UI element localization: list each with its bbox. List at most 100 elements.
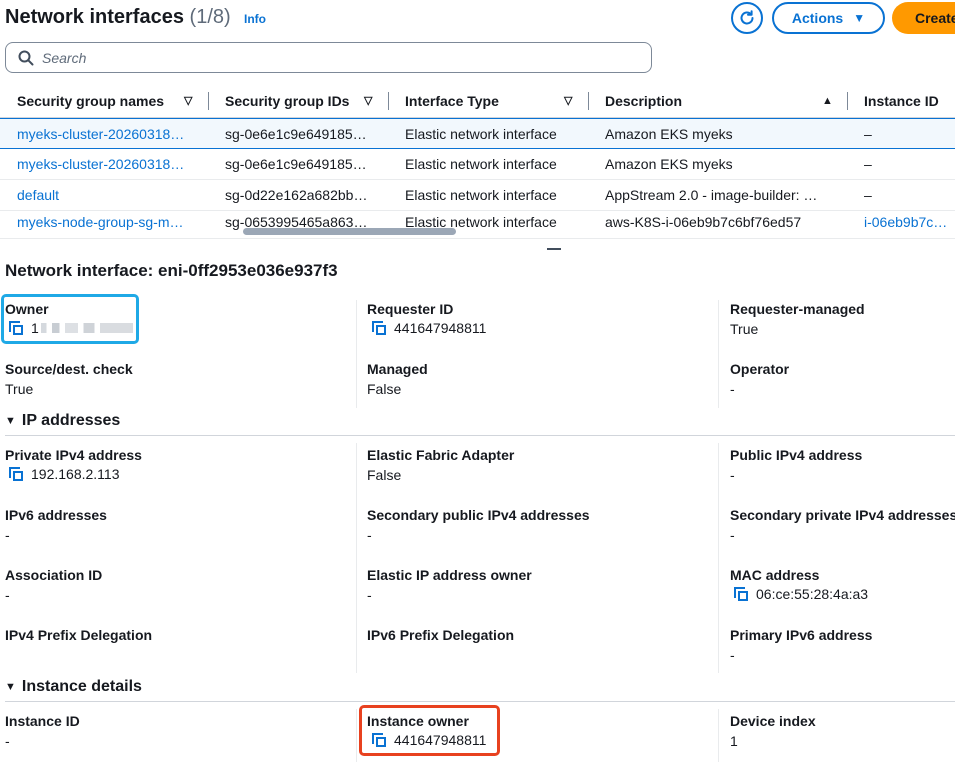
security-group-name-link[interactable]: myeks-node-group-sg-m… [17,211,197,236]
column-description[interactable]: Description ▲ [605,84,835,118]
public-ipv4-label: Public IPv4 address [730,447,863,463]
info-link[interactable]: Info [244,12,266,26]
device-index-value: 1 [730,733,738,749]
association-id-label: Association ID [5,567,103,583]
section-divider [5,701,955,702]
instance-id: – [864,156,872,172]
secondary-private-ipv4-value: - [730,527,735,543]
create-button[interactable]: Create [892,2,955,34]
owner-highlight-box [1,294,139,344]
column-divider [718,709,719,762]
search-input[interactable] [42,48,642,68]
security-group-name-link[interactable]: myeks-cluster-20260318… [17,149,197,179]
sort-icon: ▽ [184,95,193,107]
description: AppStream 2.0 - image-builder: … [605,187,818,203]
requester-managed-label: Requester-managed [730,301,865,317]
efa-value: False [367,467,402,483]
ipv6-addresses-label: IPv6 addresses [5,507,107,523]
section-divider [5,435,955,436]
table-row[interactable]: myeks-node-group-sg-m… sg-0653995465a863… [0,211,955,236]
source-dest-check-value: True [5,381,34,397]
selection-count: (1/8) [189,6,231,28]
instance-details-section-toggle[interactable]: ▼ Instance details [5,678,142,696]
eip-owner-value: - [367,587,372,603]
instance-id-link[interactable]: i-06eb9b7c6bf7 [864,211,955,236]
description: aws-K8S-i-06eb9b7c6bf76ed57 [605,214,802,230]
column-divider [356,443,357,673]
security-group-name-link[interactable]: default [17,180,197,210]
instance-id-value: - [5,733,10,749]
security-group-id: sg-0e6e1c9e649185… [225,156,367,172]
column-divider [356,709,357,762]
instance-id: – [864,126,872,142]
column-instance-id[interactable]: Instance ID [864,84,955,118]
eip-owner-label: Elastic IP address owner [367,567,532,583]
instance-owner-highlight-box [359,705,500,756]
table-header: Security group names ▽ Security group ID… [0,84,955,118]
column-divider[interactable] [388,92,389,110]
secondary-public-ipv4-value: - [367,527,372,543]
private-ipv4-label: Private IPv4 address [5,447,142,463]
public-ipv4-value: - [730,467,735,483]
requester-id-value: 441647948811 [372,320,486,336]
detail-title: Network interface: eni-0ff2953e036e937f3 [5,261,338,280]
interface-type: Elastic network interface [405,187,557,203]
copy-icon[interactable] [372,321,386,335]
column-divider[interactable] [847,92,848,110]
sort-icon: ▽ [364,95,373,107]
column-security-group-ids[interactable]: Security group IDs ▽ [225,84,385,118]
security-group-id: sg-0e6e1c9e649185… [225,126,367,142]
column-divider [718,443,719,673]
managed-value: False [367,381,402,397]
sort-ascending-icon: ▲ [822,95,833,107]
private-ipv4-value: 192.168.2.113 [9,466,120,482]
association-id-value: - [5,587,10,603]
source-dest-check-label: Source/dest. check [5,361,133,377]
instance-id: – [864,187,872,203]
column-divider[interactable] [588,92,589,110]
table-row[interactable]: myeks-cluster-20260318… sg-0e6e1c9e64918… [0,118,955,149]
caret-down-icon: ▼ [5,415,16,427]
efa-label: Elastic Fabric Adapter [367,447,515,463]
refresh-button[interactable] [731,2,763,34]
operator-label: Operator [730,361,790,377]
ipv4-prefix-delegation-label: IPv4 Prefix Delegation [5,627,153,643]
description: Amazon EKS myeks [605,156,733,172]
page-title-text: Network interfaces [5,6,184,28]
description: Amazon EKS myeks [605,126,733,142]
search-box[interactable] [5,42,652,73]
device-index-label: Device index [730,713,816,729]
security-group-id: sg-0d22e162a682bb… [225,187,368,203]
copy-icon[interactable] [734,587,748,601]
primary-ipv6-label: Primary IPv6 address [730,627,873,643]
instance-id-label: Instance ID [5,713,80,729]
resize-handle[interactable] [547,248,561,250]
mac-address-value: 06:ce:55:28:4a:a3 [734,586,868,602]
refresh-icon [740,10,754,25]
horizontal-scrollbar[interactable] [243,228,456,235]
network-interfaces-table: Security group names ▽ Security group ID… [0,84,955,236]
column-security-group-names[interactable]: Security group names ▽ [17,84,197,118]
ipv6-prefix-delegation-label: IPv6 Prefix Delegation [367,627,515,643]
mac-address-label: MAC address [730,567,820,583]
table-row[interactable]: default sg-0d22e162a682bb… Elastic netwo… [0,180,955,211]
caret-down-icon: ▼ [5,681,16,693]
table-row[interactable]: myeks-cluster-20260318… sg-0e6e1c9e64918… [0,149,955,180]
search-icon [18,50,34,66]
column-interface-type[interactable]: Interface Type ▽ [405,84,585,118]
security-group-name-link[interactable]: myeks-cluster-20260318… [17,119,197,149]
ip-addresses-section-toggle[interactable]: ▼ IP addresses [5,412,120,430]
primary-ipv6-value: - [730,647,735,663]
page-title: Network interfaces (1/8) [5,6,231,29]
interface-type: Elastic network interface [405,126,557,142]
requester-managed-value: True [730,321,759,337]
operator-value: - [730,381,735,397]
split-divider [0,238,955,239]
column-divider[interactable] [208,92,209,110]
copy-icon[interactable] [9,467,23,481]
page-header: Network interfaces (1/8) Info Actions ▼ … [0,0,955,38]
actions-button[interactable]: Actions ▼ [772,2,885,34]
caret-down-icon: ▼ [853,11,866,25]
managed-label: Managed [367,361,428,377]
column-divider [356,300,357,408]
